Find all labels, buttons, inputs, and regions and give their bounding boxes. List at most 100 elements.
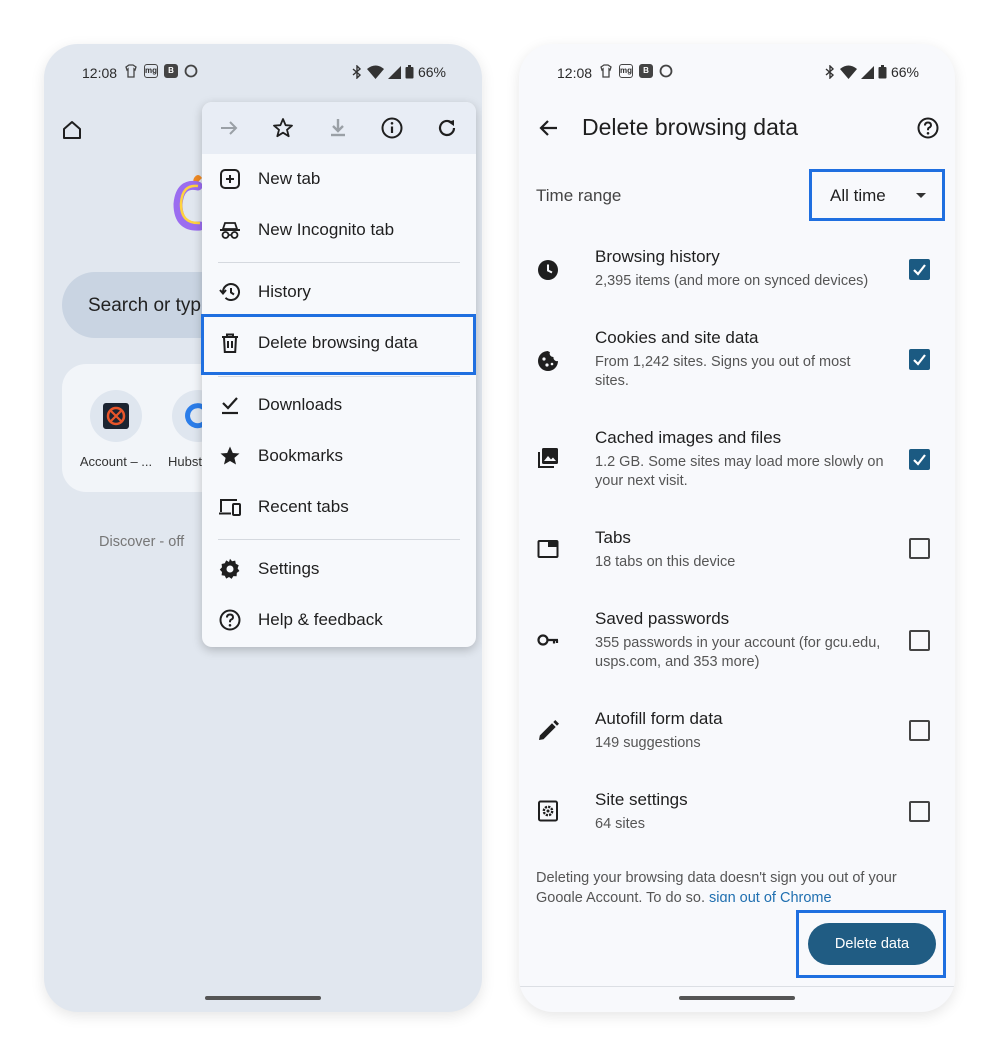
battery-level: 66% (417, 64, 446, 80)
menu-item-label: New tab (258, 169, 321, 188)
devices-icon (219, 499, 241, 516)
checkbox-tabs[interactable] (909, 538, 930, 559)
time-range-label: Time range (536, 186, 622, 205)
option-title: Cookies and site data (595, 328, 759, 347)
wifi-icon (839, 65, 857, 79)
option-description: 355 passwords in your account (for gcu.e… (595, 635, 881, 670)
option-description: 2,395 items (and more on synced devices) (595, 273, 869, 289)
menu-toolbar (202, 102, 476, 154)
menu-item-recent-tabs[interactable]: Recent tabs (202, 482, 476, 532)
phone-right: 12:08 mg B 66% Delete browsing data Time… (519, 44, 955, 1012)
menu-divider (218, 376, 460, 377)
download-icon[interactable] (326, 116, 350, 140)
time-range-value: All time (830, 186, 886, 205)
phone-left: 12:08 mg B 66% Search or typ Account – .… (44, 44, 482, 1012)
option-title: Cached images and files (595, 428, 782, 447)
checkbox-site-settings[interactable] (909, 801, 930, 822)
shirt-icon (600, 64, 612, 78)
menu-item-new-incognito-tab[interactable]: New Incognito tab (202, 205, 476, 255)
status-bar: 12:08 mg B 66% (519, 64, 955, 84)
b-icon: B (639, 64, 653, 78)
circle-app-icon (184, 64, 198, 78)
bluetooth-icon (825, 65, 834, 79)
checkbox-autofill[interactable] (909, 720, 930, 741)
plus-box-icon (220, 169, 240, 189)
pencil-icon (539, 720, 559, 740)
option-description: 64 sites (595, 816, 645, 832)
shortcut-label: Account – ... (79, 454, 153, 469)
signal-icon (860, 66, 874, 79)
shortcut-account-icon (90, 390, 142, 442)
checkbox-cookies-site-data[interactable] (909, 349, 930, 370)
notification-icons: mg B (124, 64, 198, 78)
option-title: Tabs (595, 528, 631, 547)
status-time: 12:08 (557, 65, 593, 81)
option-description: 1.2 GB. Some sites may load more slowly … (595, 454, 884, 489)
menu-item-history[interactable]: History (202, 267, 476, 317)
option-title: Browsing history (595, 247, 720, 266)
app-icon: mg (619, 64, 633, 78)
footer-note: Deleting your browsing data doesn't sign… (536, 868, 936, 902)
option-title: Autofill form data (595, 709, 723, 728)
battery-icon (405, 65, 414, 79)
highlight-delete-button: Delete data (796, 910, 946, 978)
history-icon (219, 283, 240, 301)
menu-item-settings[interactable]: Settings (202, 544, 476, 594)
b-icon: B (164, 64, 178, 78)
option-description: 18 tabs on this device (595, 554, 736, 570)
shirt-icon (125, 64, 137, 78)
sign-out-link[interactable]: sign out of Chrome (709, 890, 832, 902)
checkbox-cached-images[interactable] (909, 449, 930, 470)
status-time: 12:08 (82, 65, 118, 81)
menu-item-new-tab[interactable]: New tab (202, 154, 476, 204)
dropdown-caret-icon (916, 193, 926, 198)
checkbox-saved-passwords[interactable] (909, 630, 930, 651)
highlight-delete-browsing-data (201, 314, 476, 375)
clock-icon (538, 260, 558, 280)
back-arrow-icon[interactable] (537, 116, 561, 140)
menu-item-downloads[interactable]: Downloads (202, 380, 476, 430)
menu-divider (218, 262, 460, 263)
incognito-icon (220, 222, 240, 239)
shortcut-account[interactable]: Account – ... (76, 390, 156, 469)
menu-divider (218, 539, 460, 540)
status-right: 66% (824, 64, 919, 80)
time-range-dropdown[interactable]: All time (809, 169, 945, 221)
status-right: 66% (351, 64, 446, 80)
battery-icon (878, 65, 887, 79)
star-icon[interactable] (271, 116, 295, 140)
discover-status: Discover - off (99, 534, 185, 550)
menu-item-label: Settings (258, 559, 320, 578)
help-icon (219, 609, 241, 631)
cookie-icon (538, 351, 558, 371)
bottom-divider (519, 986, 955, 987)
menu-item-label: Bookmarks (258, 446, 344, 465)
site-settings-icon (538, 800, 558, 822)
menu-item-help-feedback[interactable]: Help & feedback (202, 595, 476, 645)
circle-app-icon (659, 64, 673, 78)
info-icon[interactable] (380, 116, 404, 140)
gear-icon (219, 558, 240, 579)
download-done-icon (222, 397, 238, 415)
home-indicator (679, 996, 795, 1000)
bluetooth-icon (352, 65, 361, 79)
help-icon[interactable] (916, 116, 940, 140)
signal-icon (387, 66, 401, 79)
home-indicator (205, 996, 321, 1000)
tab-icon (537, 540, 559, 558)
menu-item-label: New Incognito tab (258, 220, 395, 239)
battery-level: 66% (890, 64, 919, 80)
images-icon (538, 448, 558, 468)
refresh-icon[interactable] (435, 116, 459, 140)
checkbox-browsing-history[interactable] (909, 259, 930, 280)
wifi-icon (366, 65, 384, 79)
search-placeholder: Search or typ (88, 295, 201, 316)
delete-data-button[interactable]: Delete data (808, 923, 936, 965)
option-description: 149 suggestions (595, 735, 701, 751)
menu-item-bookmarks[interactable]: Bookmarks (202, 431, 476, 481)
forward-icon[interactable] (217, 116, 241, 140)
home-icon[interactable] (60, 118, 84, 142)
key-icon (537, 634, 559, 646)
option-title: Saved passwords (595, 609, 730, 628)
page-title: Delete browsing data (582, 114, 799, 140)
